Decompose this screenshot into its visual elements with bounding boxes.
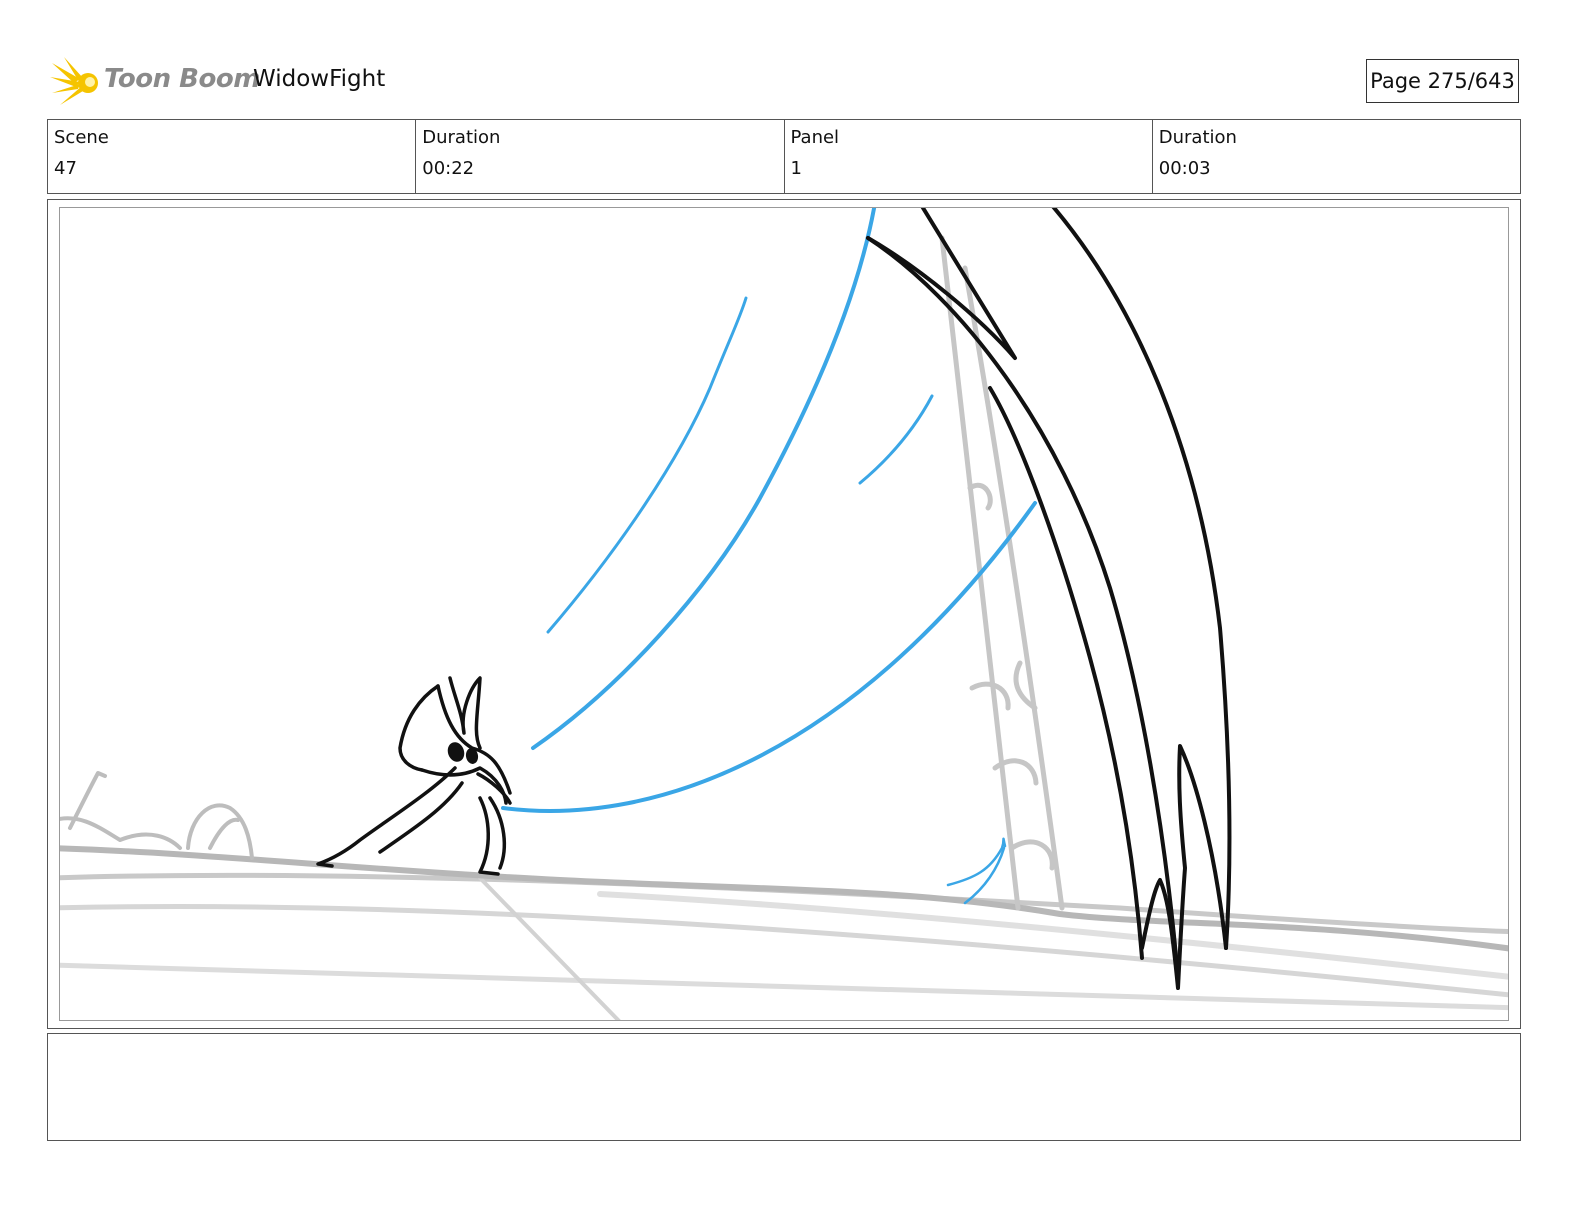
storyboard-panel-frame: [47, 199, 1521, 1029]
panel-label: Panel: [790, 127, 840, 148]
ground-main-line: [60, 845, 1508, 952]
toon-boom-logo: Toon Boom: [50, 55, 260, 109]
panel-duration-cell: Duration 00:03: [1153, 120, 1520, 193]
widow-claw: [866, 208, 1232, 990]
ground-lines: [60, 872, 1508, 1020]
panel-value: 1: [790, 158, 802, 179]
scene-label: Scene: [54, 127, 109, 148]
scene-info-table: Scene 47 Duration 00:22 Panel 1 Duration…: [47, 119, 1521, 194]
panel-cell: Panel 1: [785, 120, 1153, 193]
scene-cell: Scene 47: [48, 120, 417, 193]
scene-duration-cell: Duration 00:22: [416, 120, 785, 193]
storyboard-panel-image: [59, 207, 1509, 1021]
panel-duration-value: 00:03: [1158, 158, 1211, 179]
scene-value: 47: [54, 158, 77, 179]
panel-sketch: [60, 208, 1508, 1020]
logo-star-icon: [50, 57, 98, 105]
hornet-face: [447, 742, 479, 764]
page-indicator: Page 275/643: [1366, 59, 1519, 103]
scene-duration-value: 00:22: [422, 158, 475, 179]
hornet-character: [316, 676, 512, 876]
debris: [60, 771, 254, 860]
project-title: WidowFight: [253, 66, 386, 92]
panel-notes-box: [47, 1033, 1521, 1141]
scene-duration-label: Duration: [422, 127, 501, 148]
panel-duration-label: Duration: [1158, 127, 1237, 148]
page-indicator-text: Page 275/643: [1370, 69, 1515, 93]
logo-text: Toon Boom: [104, 64, 260, 94]
